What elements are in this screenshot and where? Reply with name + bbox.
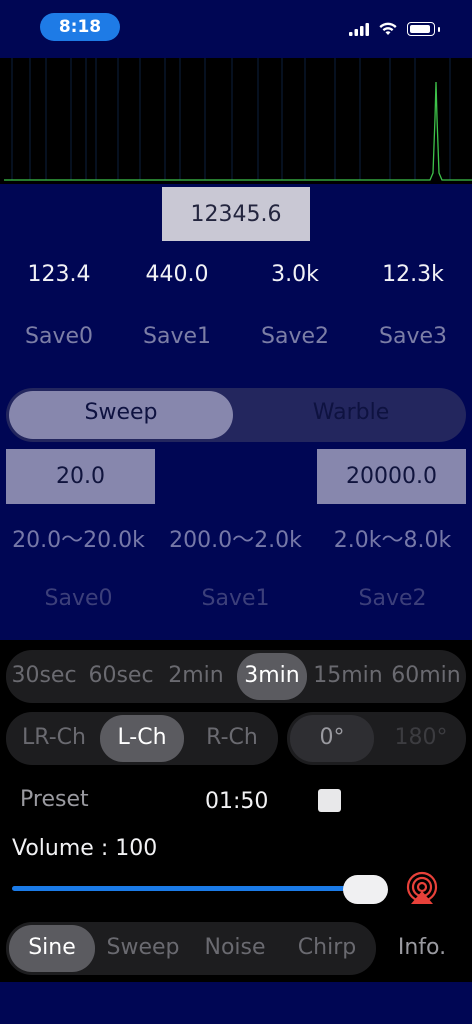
preset-label[interactable]: Preset — [20, 787, 89, 812]
duration-option-3min[interactable]: 3min — [237, 663, 307, 688]
waveform-option-sine[interactable]: Sine — [9, 935, 95, 960]
wifi-icon — [379, 22, 397, 35]
loop-checkbox[interactable] — [318, 789, 341, 812]
preset-save-row: Save0 Save1 Save2 Save3 — [0, 324, 472, 349]
waveform-option-noise[interactable]: Noise — [192, 935, 278, 960]
sweep-start-field[interactable]: 20.0 — [6, 449, 155, 504]
sweep-mode-option-warble[interactable]: Warble — [238, 400, 464, 425]
airplay-icon[interactable] — [405, 871, 439, 905]
duration-option-60min[interactable]: 60min — [390, 663, 462, 688]
waveform-option-sweep[interactable]: Sweep — [100, 935, 186, 960]
channel-option-lr[interactable]: LR-Ch — [12, 725, 96, 750]
volume-label: Volume : 100 — [12, 836, 158, 861]
spectrum-grid — [11, 58, 451, 180]
duration-option-15min[interactable]: 15min — [313, 663, 383, 688]
sweep-mode-option-sweep[interactable]: Sweep — [9, 400, 233, 425]
preset-value-0[interactable]: 123.4 — [0, 262, 118, 287]
cellular-signal-icon — [349, 22, 369, 36]
battery-icon — [407, 22, 435, 36]
save-button-0[interactable]: Save0 — [0, 324, 118, 349]
phase-option-0[interactable]: 0° — [290, 725, 374, 750]
status-bar: 8:18 — [0, 0, 472, 56]
info-button[interactable]: Info. — [386, 935, 458, 960]
save-button-3[interactable]: Save3 — [354, 324, 472, 349]
sweep-save-button-2[interactable]: Save2 — [314, 586, 471, 611]
battery-tip — [438, 26, 440, 32]
phase-option-180[interactable]: 180° — [379, 725, 463, 750]
spectrum-line — [4, 81, 472, 181]
volume-slider-track[interactable] — [12, 886, 367, 891]
duration-option-2min[interactable]: 2min — [161, 663, 231, 688]
bottom-strip — [0, 982, 472, 1024]
sweep-save-row: Save0 Save1 Save2 — [0, 586, 472, 611]
sweep-range-1[interactable]: 200.0〜2.0k — [157, 522, 314, 554]
status-icons — [349, 22, 440, 36]
frequency-display[interactable]: 12345.6 — [162, 187, 310, 241]
duration-option-60sec[interactable]: 60sec — [86, 663, 156, 688]
spectrum-display — [0, 58, 472, 184]
preset-value-1[interactable]: 440.0 — [118, 262, 236, 287]
preset-value-2[interactable]: 3.0k — [236, 262, 354, 287]
sweep-save-button-1[interactable]: Save1 — [157, 586, 314, 611]
sweep-end-field[interactable]: 20000.0 — [317, 449, 466, 504]
waveform-option-chirp[interactable]: Chirp — [284, 935, 370, 960]
sweep-range-row: 20.0〜20.0k 200.0〜2.0k 2.0k〜8.0k — [0, 522, 472, 554]
save-button-1[interactable]: Save1 — [118, 324, 236, 349]
preset-value-3[interactable]: 12.3k — [354, 262, 472, 287]
preset-values-row: 123.4 440.0 3.0k 12.3k — [0, 262, 472, 287]
sweep-range-2[interactable]: 2.0k〜8.0k — [314, 522, 471, 554]
channel-option-l[interactable]: L-Ch — [100, 725, 184, 750]
channel-option-r[interactable]: R-Ch — [190, 725, 274, 750]
volume-slider-thumb[interactable] — [343, 875, 388, 904]
save-button-2[interactable]: Save2 — [236, 324, 354, 349]
sweep-range-0[interactable]: 20.0〜20.0k — [0, 522, 157, 554]
sweep-save-button-0[interactable]: Save0 — [0, 586, 157, 611]
status-time: 8:18 — [40, 13, 120, 41]
duration-option-30sec[interactable]: 30sec — [9, 663, 79, 688]
elapsed-time: 01:50 — [205, 789, 269, 814]
